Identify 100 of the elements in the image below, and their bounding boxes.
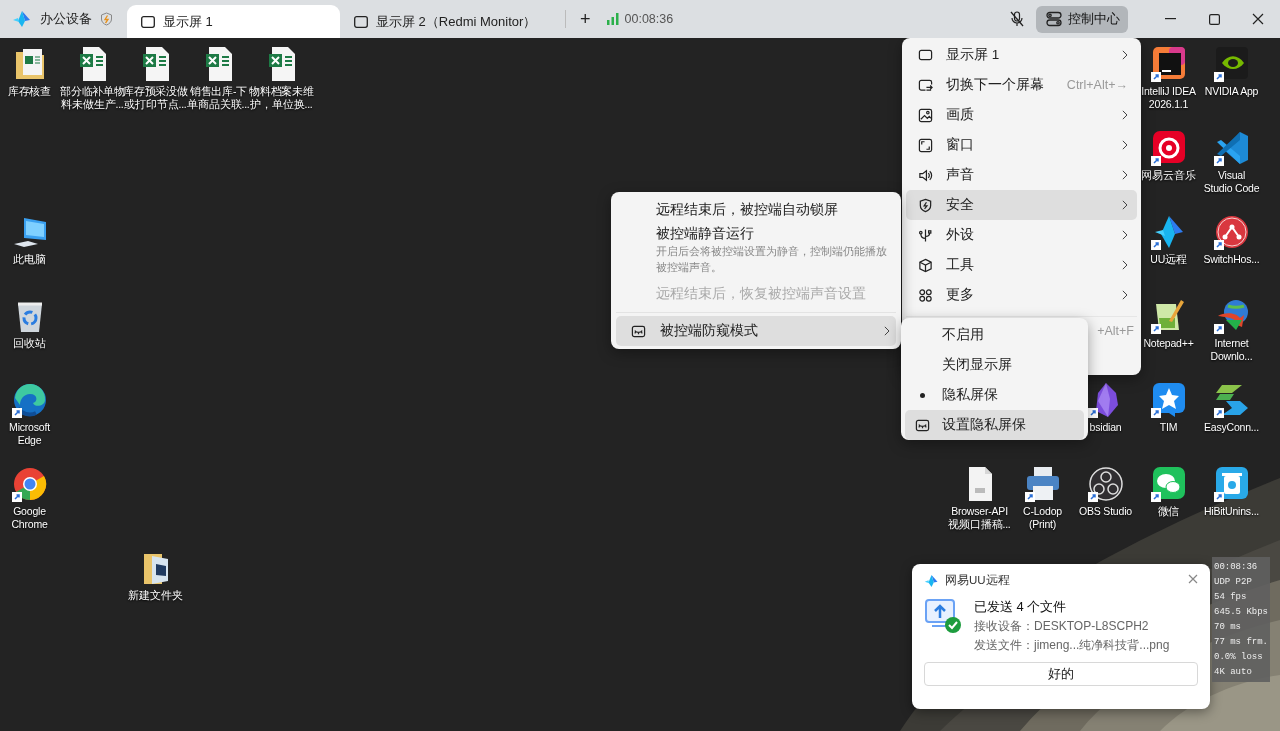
icon-label: 2026.1.1 [1148,98,1189,111]
icon-label: 此电脑 [13,253,46,266]
menu-item[interactable]: 画质 [906,100,1137,130]
app-icon[interactable] [1213,466,1250,502]
stat-line: 4K auto [1214,666,1253,679]
icon-label: C-Lodop [1023,505,1062,518]
icon-label: OBS Studio [1079,505,1132,518]
app-icon[interactable] [1213,130,1250,166]
chevron-right-icon [1121,260,1128,270]
menu-item[interactable]: 切换下一个屏幕 Ctrl+Alt+→ [906,70,1137,100]
maximize-icon [1208,13,1220,25]
chevron-right-icon [1121,110,1128,120]
icon-label: Internet [1214,337,1249,350]
butterfly-logo-icon [12,10,32,28]
menu-item[interactable]: 被控端静音运行 开启后会将被控端设置为静音，控制端仍能播放 被控端声音。 [616,225,896,279]
screen-tab[interactable]: 显示屏 1 [127,5,340,38]
icon-label: Notepad++ [1143,337,1194,350]
chevron-right-icon [1121,170,1128,180]
icon-label: Chrome [11,518,48,531]
app-icon[interactable] [11,466,48,502]
mic-off-icon[interactable] [1010,11,1024,27]
butterfly-logo-icon [924,573,939,588]
switch-icon [918,77,933,93]
app-icon[interactable] [1150,382,1187,418]
cube-icon [918,257,933,273]
notification-text: 发送文件：jimeng...纯净科技背...png [974,637,1170,654]
icon-label: 或打印节点... [124,98,187,111]
screen-tab[interactable]: 显示屏 2（Redmi Monitor） [340,5,553,38]
menu-item[interactable]: 窗口 [906,130,1137,160]
shield-icon [918,197,933,213]
menu-item[interactable]: 远程结束后，被控端自动锁屏 [616,195,896,225]
close-button[interactable] [1186,572,1200,586]
sound-icon [918,167,933,183]
stat-line: 00:08:36 [1214,561,1259,574]
toggles-icon [1046,11,1062,27]
app-icon[interactable] [1150,130,1187,166]
app-icon[interactable] [1150,298,1187,334]
signal-icon [606,13,619,25]
monitor-icon [141,15,155,28]
icon-label: 料未做生产... [61,98,124,111]
icon-label: 回收站 [13,337,46,350]
chevron-right-icon [1121,290,1128,300]
ok-button[interactable]: 好的 [924,662,1198,686]
icon-label: HiBitUnins... [1203,505,1260,518]
window-icon [918,137,933,153]
menu-item[interactable]: 显示屏 1 [906,40,1137,70]
menu-item[interactable]: 关闭显示屏 [905,350,1084,380]
icon-label: 护，单位换... [250,98,313,111]
add-tab-button[interactable]: + [572,0,599,38]
icon-label: 销售出库-下 [189,85,248,98]
menu-item[interactable]: 设置隐私屏保 [905,410,1084,440]
app-icon[interactable] [1213,214,1250,250]
menu-item[interactable]: 安全 [906,190,1137,220]
menu-item[interactable]: 外设 [906,220,1137,250]
icon-label: 物料档案未维 [249,85,314,98]
menu-item[interactable]: 更多 [906,280,1137,310]
app-icon[interactable] [1213,382,1250,418]
chevron-right-icon [1121,140,1128,150]
icon-label: NVIDIA App [1204,85,1259,98]
app-icon[interactable] [1087,466,1124,502]
app-icon[interactable] [1213,46,1250,82]
chevron-right-icon [1121,230,1128,240]
app-icon[interactable] [1213,298,1250,334]
menu-item[interactable]: 隐私屏保 [905,380,1084,410]
printer-icon[interactable] [1024,466,1061,502]
icon-label: 微信 [1157,505,1180,518]
quality-icon [918,107,933,123]
icon-label: EasyConn... [1204,421,1259,434]
menu-item[interactable]: 不启用 [905,320,1084,350]
menu-item[interactable]: 声音 [906,160,1137,190]
chevron-right-icon [1121,50,1128,60]
close-icon [1188,574,1198,584]
upload-check-icon [924,598,962,634]
item-description: 被控端声音。 [656,260,723,275]
app-icon[interactable] [1150,46,1187,82]
eye-mask-icon [631,323,646,339]
eye-mask-icon [915,417,930,433]
apps-icon [918,287,933,303]
icon-label: Visual [1217,169,1246,182]
icon-label: UU远程 [1150,253,1187,266]
stat-line: 645.5 Kbps [1214,606,1268,619]
app-icon[interactable] [11,382,48,418]
monitor-icon [354,15,368,28]
icon-label: Microsoft [9,421,50,434]
app-icon[interactable] [1150,466,1187,502]
control-center-button[interactable]: 控制中心 [1036,5,1128,33]
close-icon [1252,13,1264,25]
icon-label: Browser-API [951,505,1008,518]
stat-line: 0.0% loss [1214,651,1264,664]
icon-label: 新建文件夹 [128,589,183,602]
icon-label: 视频口播稿... [948,518,1011,531]
item-description: 开启后会将被控端设置为静音，控制端仍能播放 [656,244,888,259]
chevron-right-icon [883,326,890,336]
icon-label: 网易云音乐 [1141,169,1196,182]
icon-label: SwitchHos... [1203,253,1260,266]
icon-label: 库存核查 [7,85,52,98]
menu-item[interactable]: 被控端防窥模式 [616,316,896,346]
icon-label: 单商品关联... [187,98,250,111]
radio-dot [920,392,925,398]
menu-item[interactable]: 工具 [906,250,1137,280]
